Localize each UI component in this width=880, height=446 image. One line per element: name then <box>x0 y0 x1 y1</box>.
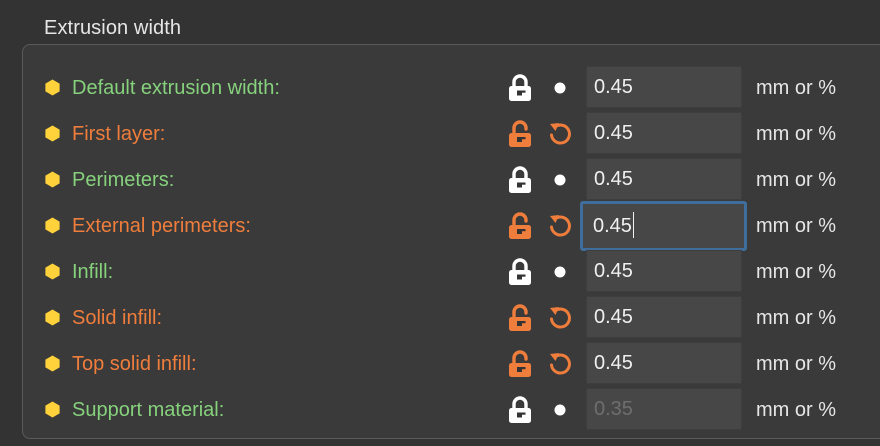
setting-row: External perimeters: 0.45 mm or % <box>0 201 880 251</box>
units-label: mm or % <box>756 123 836 145</box>
setting-label: Top solid infill: <box>72 353 197 375</box>
hexagon-bullet-icon <box>44 401 61 418</box>
lock-open-icon[interactable] <box>506 303 534 333</box>
hexagon-bullet-icon <box>44 309 61 326</box>
value-input[interactable]: 0.45 <box>580 201 747 251</box>
setting-row: Perimeters: 0.45 mm or % <box>0 157 880 203</box>
setting-label: Support material: <box>72 399 225 421</box>
dot-icon <box>546 73 574 103</box>
hexagon-bullet-icon <box>44 217 61 234</box>
setting-row: Default extrusion width: 0.45 mm or % <box>0 65 880 111</box>
lock-closed-icon <box>506 73 534 103</box>
value-text: 0.35 <box>594 398 633 420</box>
lock-open-icon[interactable] <box>506 349 534 379</box>
setting-row: Infill: 0.45 mm or % <box>0 249 880 295</box>
lock-closed-icon <box>506 165 534 195</box>
setting-label: First layer: <box>72 123 166 145</box>
units-label: mm or % <box>756 399 836 421</box>
value-input[interactable]: 0.45 <box>586 250 742 292</box>
lock-open-icon[interactable] <box>506 119 534 149</box>
value-input[interactable]: 0.45 <box>586 296 742 338</box>
setting-row: Support material: 0.35 mm or % <box>0 387 880 433</box>
setting-label: Infill: <box>72 261 114 283</box>
value-input: 0.35 <box>586 388 742 430</box>
value-text: 0.45 <box>594 76 633 98</box>
lock-closed-icon <box>506 395 534 425</box>
units-label: mm or % <box>756 77 836 99</box>
hexagon-bullet-icon <box>44 125 61 142</box>
value-text: 0.45 <box>594 352 633 374</box>
units-label: mm or % <box>756 353 836 375</box>
value-text: 0.45 <box>594 168 633 190</box>
units-label: mm or % <box>756 261 836 283</box>
units-label: mm or % <box>756 215 836 237</box>
hexagon-bullet-icon <box>44 79 61 96</box>
dot-icon <box>546 395 574 425</box>
setting-label: Perimeters: <box>72 169 175 191</box>
lock-open-icon[interactable] <box>506 211 534 241</box>
setting-label: Solid infill: <box>72 307 163 329</box>
undo-arrow-icon[interactable] <box>546 303 574 333</box>
dot-icon <box>546 257 574 287</box>
hexagon-bullet-icon <box>44 263 61 280</box>
setting-label: External perimeters: <box>72 215 251 237</box>
setting-label: Default extrusion width: <box>72 77 280 99</box>
hexagon-bullet-icon <box>44 355 61 372</box>
value-input[interactable]: 0.45 <box>586 342 742 384</box>
value-text: 0.45 <box>594 122 633 144</box>
value-input[interactable]: 0.45 <box>586 112 742 154</box>
undo-arrow-icon[interactable] <box>546 349 574 379</box>
undo-arrow-icon[interactable] <box>546 119 574 149</box>
dot-icon <box>546 165 574 195</box>
value-input[interactable]: 0.45 <box>586 66 742 108</box>
text-caret <box>632 211 635 238</box>
setting-row: First layer: 0.45 mm or % <box>0 111 880 157</box>
setting-row: Top solid infill: 0.45 mm or % <box>0 341 880 387</box>
value-input[interactable]: 0.45 <box>586 158 742 200</box>
units-label: mm or % <box>756 169 836 191</box>
hexagon-bullet-icon <box>44 171 61 188</box>
value-text: 0.45 <box>594 260 633 282</box>
setting-row: Solid infill: 0.45 mm or % <box>0 295 880 341</box>
value-text: 0.45 <box>594 306 633 328</box>
undo-arrow-icon[interactable] <box>546 211 574 241</box>
units-label: mm or % <box>756 307 836 329</box>
lock-closed-icon <box>506 257 534 287</box>
group-title: Extrusion width <box>44 17 182 39</box>
value-text: 0.45 <box>593 215 632 237</box>
